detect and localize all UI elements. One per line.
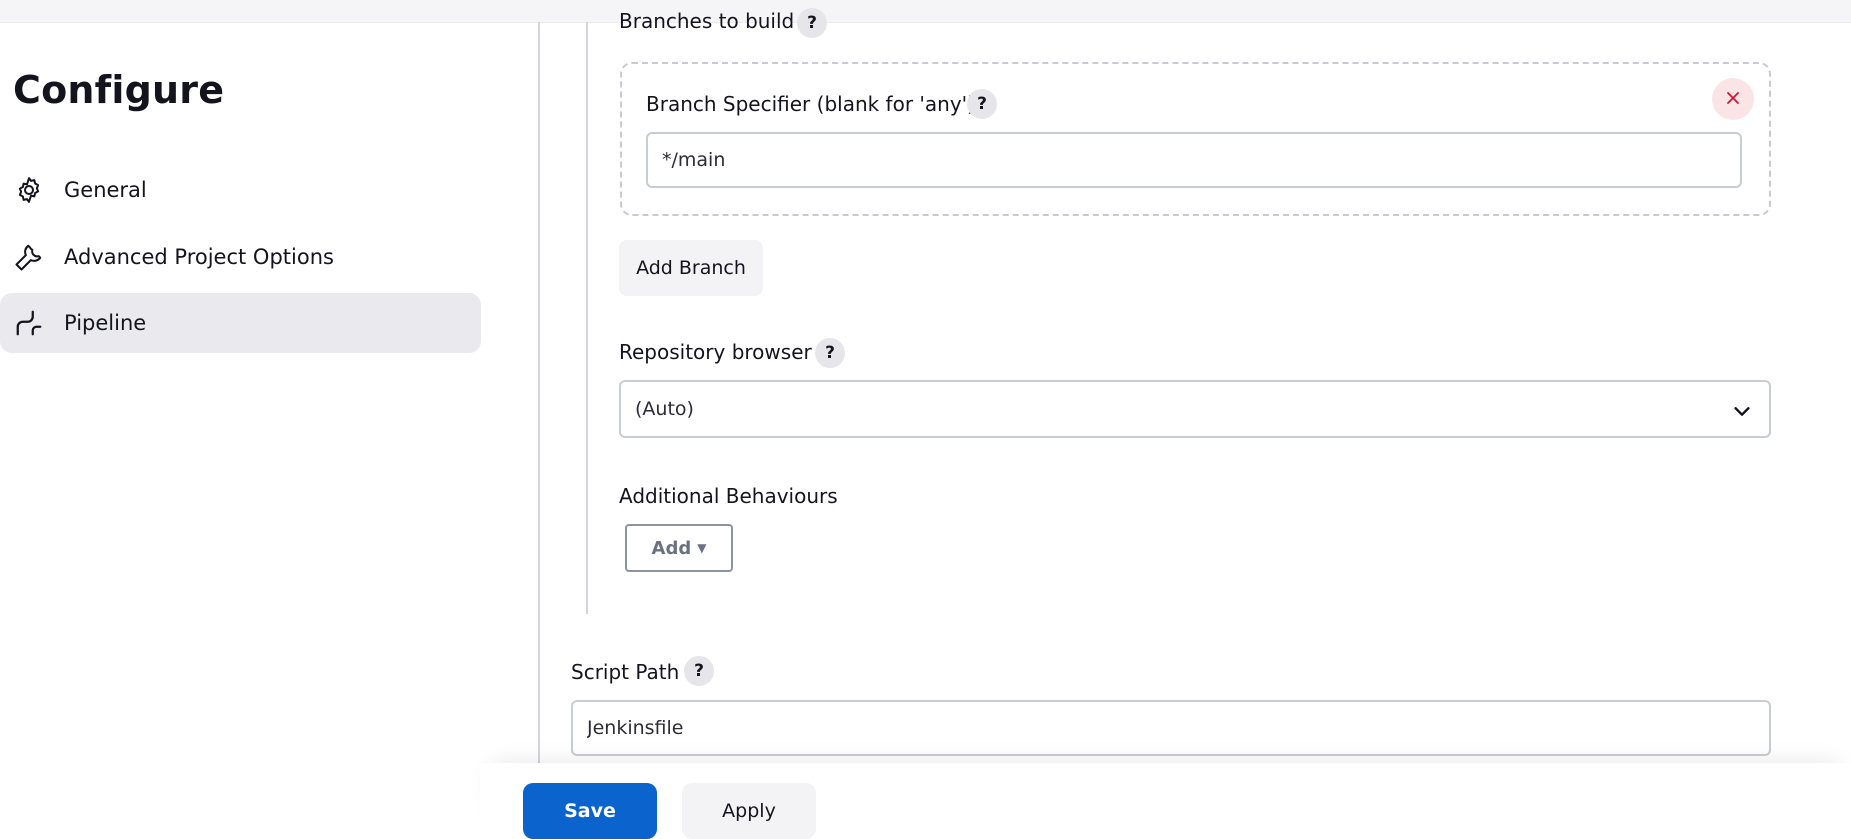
add-branch-button[interactable]: Add Branch	[619, 240, 763, 296]
script-path-label: Script Path	[571, 660, 680, 684]
page-title: Configure	[13, 68, 225, 112]
additional-behaviours-label: Additional Behaviours	[619, 484, 838, 508]
repository-browser-label: Repository browser	[619, 340, 812, 364]
repository-browser-selected-value: (Auto)	[635, 398, 694, 420]
sidebar-item-pipeline[interactable]: Pipeline	[0, 293, 481, 353]
script-path-input[interactable]	[571, 700, 1771, 756]
delete-branch-button[interactable]	[1712, 78, 1754, 120]
branch-specifier-input[interactable]	[646, 132, 1742, 188]
help-icon[interactable]: ?	[815, 338, 845, 368]
sidebar-item-advanced-project-options[interactable]: Advanced Project Options	[0, 227, 481, 287]
repository-browser-select[interactable]: (Auto)	[619, 380, 1771, 438]
sidebar-item-label: General	[64, 178, 147, 202]
nested-section-divider-line	[586, 22, 588, 614]
wrench-icon	[12, 240, 46, 274]
branches-to-build-label: Branches to build	[619, 9, 795, 33]
sidebar-item-label: Pipeline	[64, 311, 147, 335]
section-divider-line	[538, 22, 540, 763]
pipeline-icon	[12, 306, 46, 340]
chevron-down-icon	[1731, 400, 1753, 422]
top-header-bar	[0, 0, 1851, 23]
add-behaviour-dropdown-button[interactable]: Add ▼	[625, 524, 733, 572]
caret-down-icon: ▼	[697, 541, 707, 555]
close-icon	[1725, 87, 1741, 112]
help-icon[interactable]: ?	[967, 89, 997, 119]
sidebar-item-label: Advanced Project Options	[64, 245, 334, 269]
branch-specifier-label: Branch Specifier (blank for 'any')	[646, 92, 975, 116]
help-icon[interactable]: ?	[797, 8, 827, 38]
gear-icon	[12, 173, 46, 207]
help-icon[interactable]: ?	[684, 656, 714, 686]
add-button-label: Add	[651, 537, 692, 559]
sidebar-item-general[interactable]: General	[0, 160, 481, 220]
